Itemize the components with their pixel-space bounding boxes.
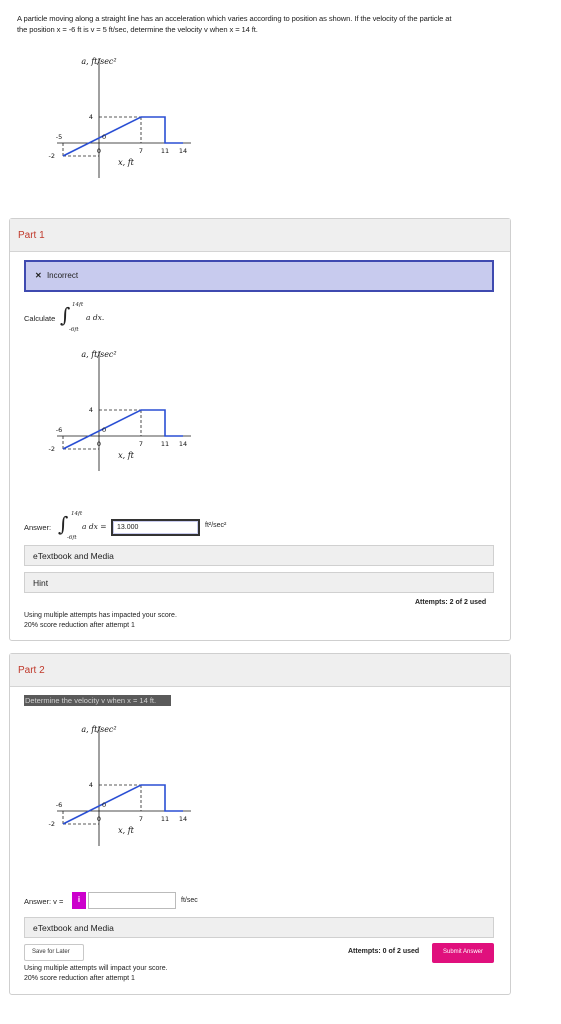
part-2-header: Part 2 [10, 654, 510, 687]
part-1-note-line-2: 20% score reduction after attempt 1 [24, 622, 135, 629]
integrand: a dx. [86, 313, 105, 322]
integral-lower-limit: -6ft [69, 327, 79, 333]
submit-answer-button[interactable]: Submit Answer [432, 943, 494, 963]
part-2-note-line-2: 20% score reduction after attempt 1 [24, 975, 135, 982]
answer-label: Answer: [24, 523, 52, 532]
x-label-7: 7 [139, 147, 143, 155]
part-2-answer-unit: ft/sec [181, 897, 198, 904]
x-label-0: 0 [97, 815, 101, 823]
y-label-4: 4 [89, 113, 93, 121]
y-label-minus2: -2 [49, 445, 55, 453]
info-icon[interactable]: i [72, 892, 86, 909]
x-label-minus6: -5 [56, 133, 62, 141]
x-label-zero-axis: 0 [102, 426, 106, 434]
acceleration-graph-part1: a, ft/sec² x, ft 4 -2 -6 0 0 7 11 14 [30, 343, 230, 483]
x-label-14: 14 [179, 440, 187, 448]
submit-label: Submit Answer [442, 949, 484, 955]
part-2-attempts: Attempts: 0 of 2 used [348, 948, 420, 955]
answer-integral-lower: -6ft [67, 535, 77, 541]
x-label-11: 11 [161, 440, 169, 448]
problem-statement: A particle moving along a straight line … [17, 13, 517, 35]
y-label-4: 4 [89, 406, 93, 414]
answer-integral-sign: ∫ [58, 512, 69, 536]
y-label-4: 4 [89, 781, 93, 789]
y-axis-title: a, ft/sec² [81, 57, 116, 66]
etextbook-label-part2: eTextbook and Media [33, 923, 114, 933]
problem-line-1: A particle moving along a straight line … [17, 14, 452, 23]
x-label-11: 11 [161, 147, 169, 155]
x-axis-title: x, ft [118, 158, 135, 167]
part-2-title: Part 2 [18, 665, 45, 676]
y-axis-title: a, ft/sec² [81, 725, 116, 734]
part-2-answer-label: Answer: v = [24, 897, 64, 906]
velocity-input[interactable] [88, 892, 176, 909]
answer-unit: ft²/sec² [205, 522, 227, 529]
incorrect-text: Incorrect [46, 271, 79, 280]
etextbook-media-link-part1[interactable]: eTextbook and Media [24, 545, 494, 566]
x-label-0: 0 [97, 147, 101, 155]
part-1-answer-input[interactable]: 13.000 [111, 519, 200, 536]
save-label: Save for Later [32, 949, 70, 955]
x-label-zero-axis: 0 [102, 133, 106, 141]
save-for-later-button[interactable]: Save for Later [24, 944, 84, 961]
hint-label: Hint [33, 578, 49, 588]
part-2-note-line-1: Using multiple attempts will impact your… [24, 965, 168, 972]
x-axis-title: x, ft [118, 451, 135, 460]
x-label-11: 11 [161, 815, 169, 823]
x-label-14: 14 [179, 147, 187, 155]
answer-integral-upper: 14ft [71, 511, 83, 517]
etextbook-media-link-part2[interactable]: eTextbook and Media [24, 917, 494, 938]
answer-integrand: a dx = [82, 522, 107, 531]
acceleration-graph-top: a, ft/sec² x, ft 4 -2 -5 0 0 7 11 14 [30, 50, 230, 190]
x-label-minus6: -6 [56, 426, 62, 434]
etextbook-label: eTextbook and Media [33, 551, 114, 561]
part-1-score-note: Using multiple attempts has impacted you… [24, 611, 177, 631]
part-2-prompt: Determine the velocity v when x = 14 ft. [24, 695, 171, 706]
problem-line-2: the position x = -6 ft is v = 5 ft/sec, … [17, 25, 258, 34]
y-label-minus2: -2 [49, 152, 55, 160]
x-label-0: 0 [97, 440, 101, 448]
x-label-minus6: -6 [56, 801, 62, 809]
y-axis-title: a, ft/sec² [81, 350, 116, 359]
integral-upper-limit: 14ft [72, 302, 84, 308]
part-2-score-note: Using multiple attempts will impact your… [24, 964, 168, 984]
calculate-label: Calculate [24, 314, 56, 323]
info-glyph: i [77, 895, 81, 904]
x-axis-title: x, ft [118, 826, 135, 835]
x-label-7: 7 [139, 815, 143, 823]
y-label-minus2: -2 [49, 820, 55, 828]
integral-sign: ∫ [60, 303, 71, 327]
part-1-header: Part 1 [10, 219, 510, 252]
x-label-zero-axis: 0 [102, 801, 106, 809]
part-1-answer-value: 13.000 [117, 524, 139, 531]
part-1-attempts: Attempts: 2 of 2 used [415, 599, 487, 606]
x-icon: ✕ [35, 271, 42, 280]
acceleration-graph-part2: a, ft/sec² x, ft 4 -2 -6 0 0 7 11 14 [30, 718, 230, 858]
part-1-title: Part 1 [18, 230, 45, 241]
x-label-7: 7 [139, 440, 143, 448]
x-label-14: 14 [179, 815, 187, 823]
hint-link[interactable]: Hint [24, 572, 494, 593]
part-1-note-line-1: Using multiple attempts has impacted you… [24, 612, 177, 619]
incorrect-banner: ✕ Incorrect [24, 260, 494, 292]
